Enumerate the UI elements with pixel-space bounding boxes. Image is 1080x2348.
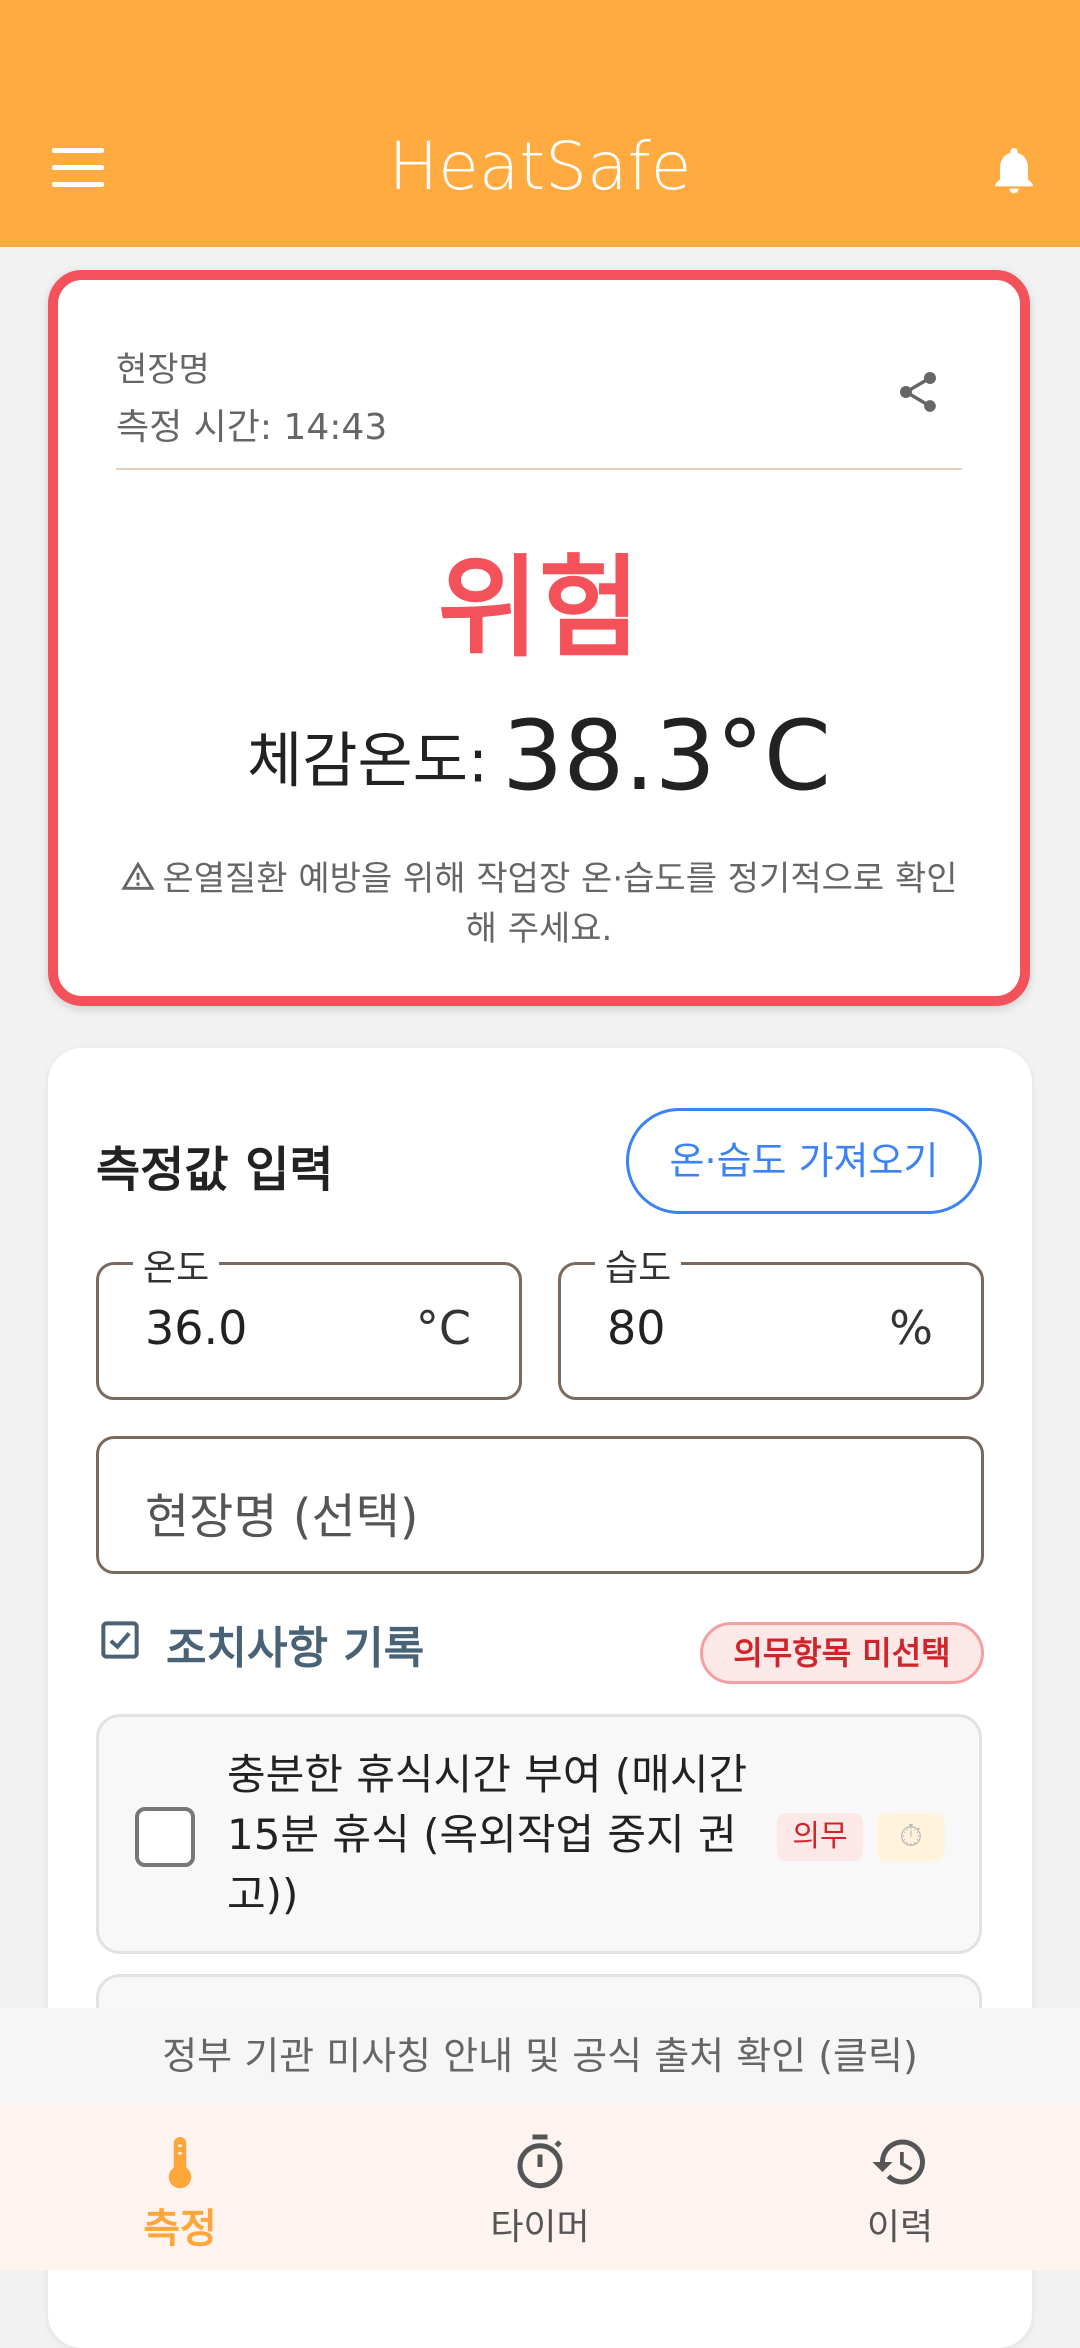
warning-text: 온열질환 예방을 위해 작업장 온·습도를 정기적으로 확인해 주세요. [162, 859, 958, 949]
share-icon[interactable] [894, 366, 942, 418]
risk-status-card: 현장명 측정 시간: 14:43 위험 체감온도: 38.3°C 온열질환 예방을… [48, 270, 1030, 1006]
warning-message: 온열질환 예방을 위해 작업장 온·습도를 정기적으로 확인해 주세요. [118, 854, 960, 954]
thermometer-icon [168, 2137, 192, 2189]
risk-level: 위험 [437, 544, 641, 672]
warning-icon [121, 861, 156, 890]
humidity-field[interactable]: 습도 80 % [558, 1239, 984, 1400]
checkbox-checked-icon [101, 1621, 139, 1659]
temperature-value[interactable]: 36.0 [145, 1301, 247, 1355]
nav-timer-label: 타이머 [490, 2207, 590, 2248]
measured-time: 측정 시간: 14:43 [116, 407, 388, 448]
nav-measure[interactable]: 측정 [0, 2104, 360, 2270]
temperature-unit: °C [415, 1301, 471, 1355]
humidity-value[interactable]: 80 [607, 1301, 666, 1355]
humidity-unit: % [889, 1301, 933, 1355]
app-title: HeatSafe [388, 128, 692, 205]
required-missing-badge: 의무항목 미선택 [700, 1622, 984, 1684]
nav-history-label: 이력 [866, 2207, 934, 2248]
official-source-notice[interactable]: 정부 기관 미사칭 안내 및 공식 출처 확인 (클릭) [0, 2008, 1080, 2104]
stopwatch-icon: ⏱ [877, 1813, 945, 1861]
nav-timer[interactable]: 타이머 [360, 2104, 720, 2270]
site-name-placeholder: 현장명 (선택) [145, 1489, 419, 1545]
history-icon [872, 2139, 925, 2185]
app-bar: HeatSafe [0, 0, 1080, 247]
fetch-temp-humidity-button[interactable]: 온·습도 가져오기 [626, 1108, 982, 1214]
bottom-navigation: 측정 타이머 이력 [0, 2104, 1080, 2270]
required-tag: 의무 [777, 1813, 863, 1861]
card-divider [116, 468, 962, 470]
humidity-label: 습도 [595, 1239, 682, 1291]
feels-like-value: 38.3°C [502, 700, 831, 812]
action-item[interactable]: 충분한 휴식시간 부여 (매시간 15분 휴식 (옥외작업 중지 권고)) 의무… [96, 1714, 982, 1954]
input-heading: 측정값 입력 [96, 1142, 334, 1198]
temperature-field[interactable]: 온도 36.0 °C [96, 1239, 522, 1400]
bell-icon[interactable] [986, 140, 1042, 200]
action-text: 충분한 휴식시간 부여 (매시간 15분 휴식 (옥외작업 중지 권고)) [227, 1750, 748, 1919]
nav-history[interactable]: 이력 [720, 2104, 1080, 2270]
actions-record-label: 조치사항 기록 [166, 1623, 425, 1674]
feels-like-label: 체감온도: [247, 726, 489, 797]
action-checkbox[interactable] [135, 1807, 195, 1867]
stopwatch-icon [517, 2134, 563, 2189]
site-name-field[interactable]: 현장명 (선택) [96, 1436, 984, 1574]
temperature-label: 온도 [133, 1239, 220, 1291]
site-name: 현장명 [116, 350, 210, 390]
feels-like: 체감온도: 38.3°C [58, 700, 1020, 812]
nav-measure-label: 측정 [143, 2206, 217, 2252]
